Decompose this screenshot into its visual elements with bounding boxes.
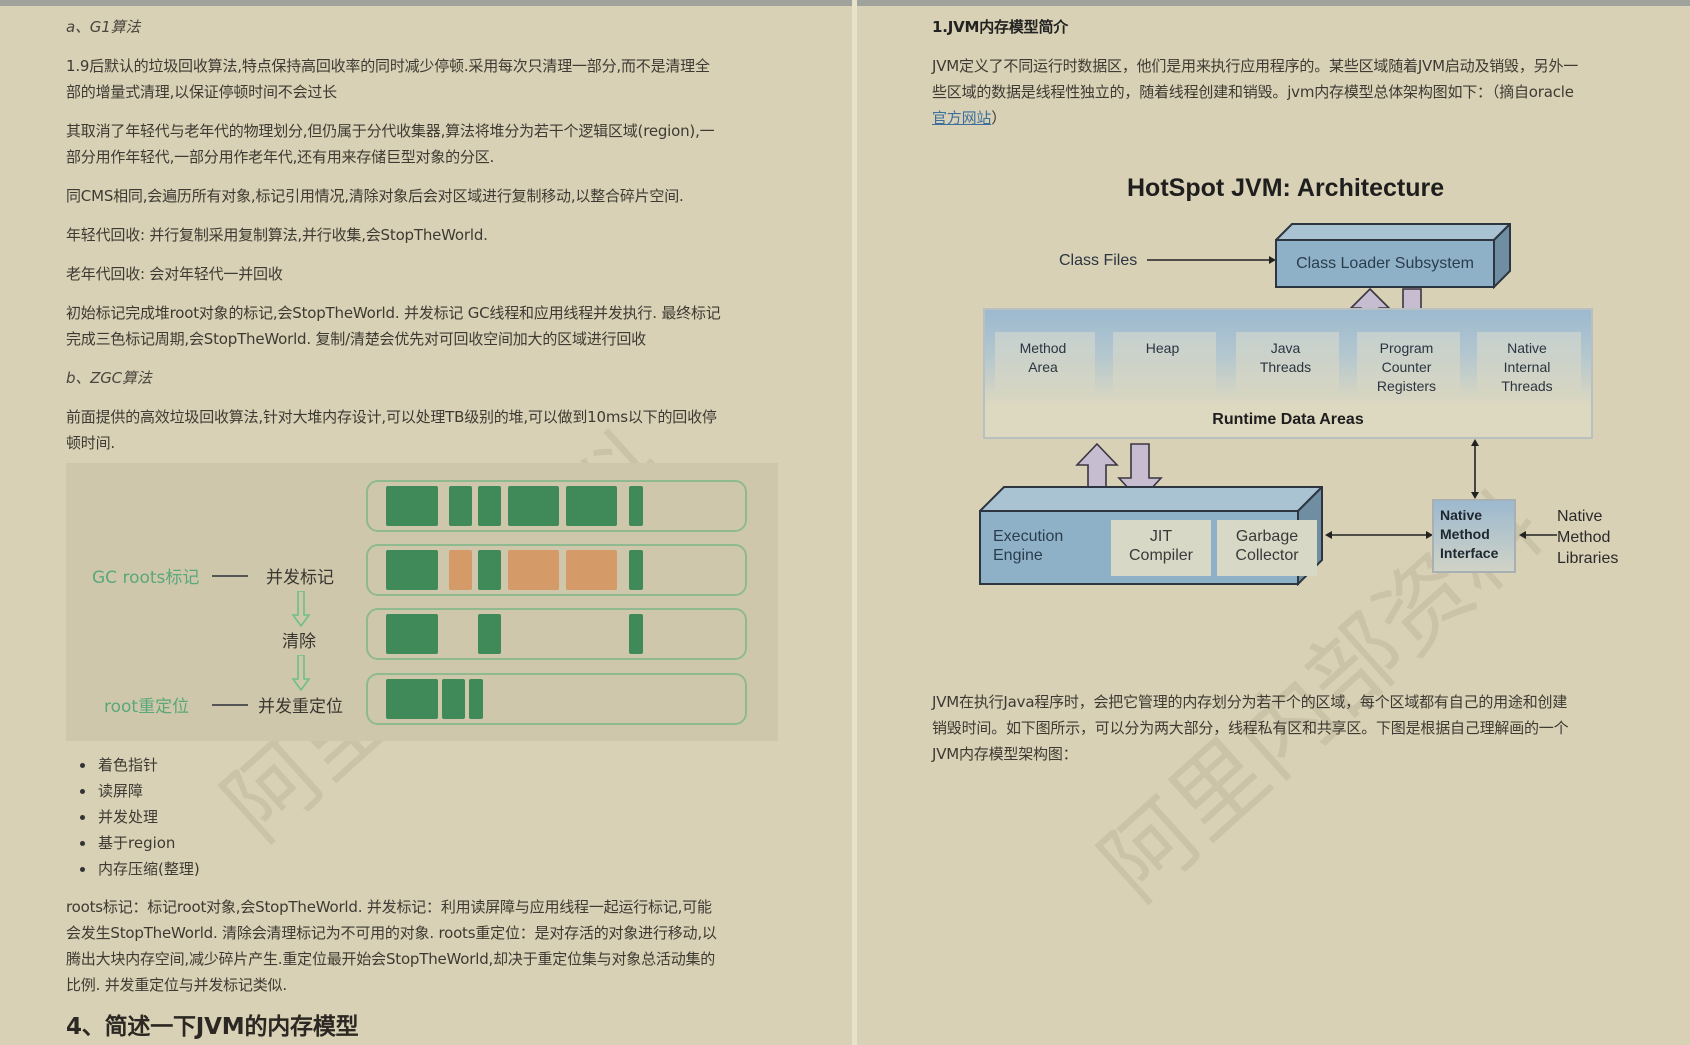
live-region-block xyxy=(566,486,617,526)
marked-region-block xyxy=(566,550,617,590)
zgc-feature-list: 着色指针 读屏障 并发处理 基于region 内存压缩(整理) xyxy=(76,752,200,882)
arrow-left-icon xyxy=(1519,531,1557,539)
paragraph-line: 会发生StopTheWorld. 清除会清理标记为不可用的对象. roots重定… xyxy=(66,924,717,942)
native-internal-threads-label: Native Internal Threads xyxy=(1501,340,1553,394)
live-region-block xyxy=(478,614,501,654)
live-region-block xyxy=(469,679,483,719)
bidirectional-arrow-icon xyxy=(1325,531,1433,539)
heap-region-row xyxy=(366,608,747,660)
heap-region-row xyxy=(366,673,747,725)
live-region-block xyxy=(386,614,438,654)
list-item: 读屏障 xyxy=(80,778,200,804)
live-region-block xyxy=(386,550,438,590)
paragraph-line: 前面提供的高效垃圾回收算法,针对大堆内存设计,可以处理TB级别的堆,可以做到10… xyxy=(66,408,717,426)
live-region-block xyxy=(449,486,472,526)
method-area-label: Method Area xyxy=(1019,340,1067,375)
label-clear: 清除 xyxy=(282,632,316,652)
heap-label: Heap xyxy=(1145,340,1180,356)
list-item: 基于region xyxy=(80,830,200,856)
paragraph-line: 其取消了年轻代与老年代的物理划分,但仍属于分代收集器,算法将堆分为若干个逻辑区域… xyxy=(66,122,715,140)
paragraph-line: 腾出大块内存空间,减少碎片产生.重定位最开始会StopTheWorld,却决于重… xyxy=(66,950,716,968)
paragraph-line: 同CMS相同,会遍历所有对象,标记引用情况,清除对象后会对区域进行复制移动,以整… xyxy=(66,187,684,205)
live-region-block xyxy=(629,550,643,590)
live-region-block xyxy=(386,679,438,719)
live-region-block xyxy=(508,486,559,526)
live-region-block xyxy=(386,486,438,526)
paragraph-line: 年轻代回收: 并行复制采用复制算法,并行收集,会StopTheWorld. xyxy=(66,226,488,244)
live-region-block xyxy=(442,679,465,719)
paragraph-line: 比例. 并发重定位与并发标记类似. xyxy=(66,976,287,994)
paragraph-line: 老年代回收: 会对年轻代一并回收 xyxy=(66,265,283,283)
connector-line xyxy=(212,575,248,577)
paragraph-line: 销毁时间。如下图所示，可以分为两大部分，线程私有区和共享区。下图是根据自己理解画… xyxy=(932,719,1569,737)
paragraph-line: 1.9后默认的垃圾回收算法,特点保持高回收率的同时减少停顿.采用每次只清理一部分… xyxy=(66,57,710,75)
down-arrow-icon xyxy=(292,591,310,627)
native-method-libraries-label: Native Method Libraries xyxy=(1557,508,1619,567)
class-loader-label: Class Loader Subsystem xyxy=(1296,255,1474,272)
label-root-relocate: root重定位 xyxy=(104,697,190,717)
class-files-label: Class Files xyxy=(1059,252,1138,269)
paragraph-line: JVM在执行Java程序时，会把它管理的内存划分为若干个的区域，每个区域都有自己… xyxy=(932,693,1568,711)
oracle-site-link[interactable]: 官方网站 xyxy=(932,109,991,127)
section-a-title: a、G1算法 xyxy=(66,18,141,36)
label-gc-roots: GC roots标记 xyxy=(92,568,200,588)
marked-region-block xyxy=(508,550,559,590)
zgc-phase-figure: GC roots标记 并发标记 清除 root重定位 并发重定位 xyxy=(66,463,778,741)
section-b-title: b、ZGC算法 xyxy=(66,369,152,387)
connector-line xyxy=(212,704,248,706)
closing-paren: ） xyxy=(991,109,1007,127)
heap-region-row xyxy=(366,544,747,596)
list-item: 内存压缩(整理) xyxy=(80,856,200,882)
section-heading-4: 4、简述一下JVM的内存模型 xyxy=(66,1014,359,1040)
pc-registers-label: Program Counter Registers xyxy=(1376,340,1437,394)
list-item: 并发处理 xyxy=(80,804,200,830)
heap-region-row xyxy=(366,480,747,532)
arrow-right-icon xyxy=(1147,256,1276,264)
paragraph-line: JVM定义了不同运行时数据区，他们是用来执行应用程序的。某些区域随着JVM启动及… xyxy=(932,57,1579,75)
live-region-block xyxy=(629,614,643,654)
marked-region-block xyxy=(449,550,472,590)
paragraph-line: 完成三色标记周期,会StopTheWorld. 复制/清楚会优先对可回收空间加大… xyxy=(66,330,646,348)
paragraph-line: 官方网站） xyxy=(932,105,1006,131)
paragraph-line: JVM内存模型架构图： xyxy=(932,745,1078,763)
java-threads-label: Java Threads xyxy=(1259,340,1312,375)
paragraph-line: 部的增量式清理,以保证停顿时间不会过长 xyxy=(66,83,337,101)
garbage-collector-label: Garbage Collector xyxy=(1235,528,1299,564)
left-page: 阿里内部资料 a、G1算法 1.9后默认的垃圾回收算法,特点保持高回收率的同时减… xyxy=(0,6,852,1045)
vertical-bidirectional-arrow-icon xyxy=(1471,439,1479,499)
list-item: 着色指针 xyxy=(80,752,200,778)
down-arrow-icon xyxy=(292,655,310,691)
runtime-data-areas-label: Runtime Data Areas xyxy=(1212,411,1364,428)
paragraph-line: roots标记：标记root对象,会StopTheWorld. 并发标记：利用读… xyxy=(66,898,712,916)
live-region-block xyxy=(478,486,501,526)
paragraph-line: 初始标记完成堆root对象的标记,会StopTheWorld. 并发标记 GC线… xyxy=(66,304,721,322)
jit-compiler-label: JIT Compiler xyxy=(1128,528,1193,564)
label-concurrent-mark: 并发标记 xyxy=(266,568,334,588)
paragraph-line: 部分用作年轻代,一部分用作老年代,还有用来存储巨型对象的分区. xyxy=(66,148,495,166)
live-region-block xyxy=(478,550,501,590)
section-heading: 1.JVM内存模型简介 xyxy=(932,18,1069,36)
diagram-title: HotSpot JVM: Architecture xyxy=(1127,174,1445,202)
paragraph-line: 顿时间. xyxy=(66,434,115,452)
paragraph-line: 些区域的数据是线程性独立的，随着线程创建和销毁。jvm内存模型总体架构图如下：（… xyxy=(932,83,1574,101)
right-page: 阿里内部资料 1.JVM内存模型简介 JVM定义了不同运行时数据区，他们是用来执… xyxy=(857,6,1690,1045)
native-method-interface-label: Native Method Interface xyxy=(1440,507,1499,561)
label-concurrent-relocate: 并发重定位 xyxy=(258,697,343,717)
execution-engine-label: Execution Engine xyxy=(993,528,1064,564)
live-region-block xyxy=(629,486,643,526)
